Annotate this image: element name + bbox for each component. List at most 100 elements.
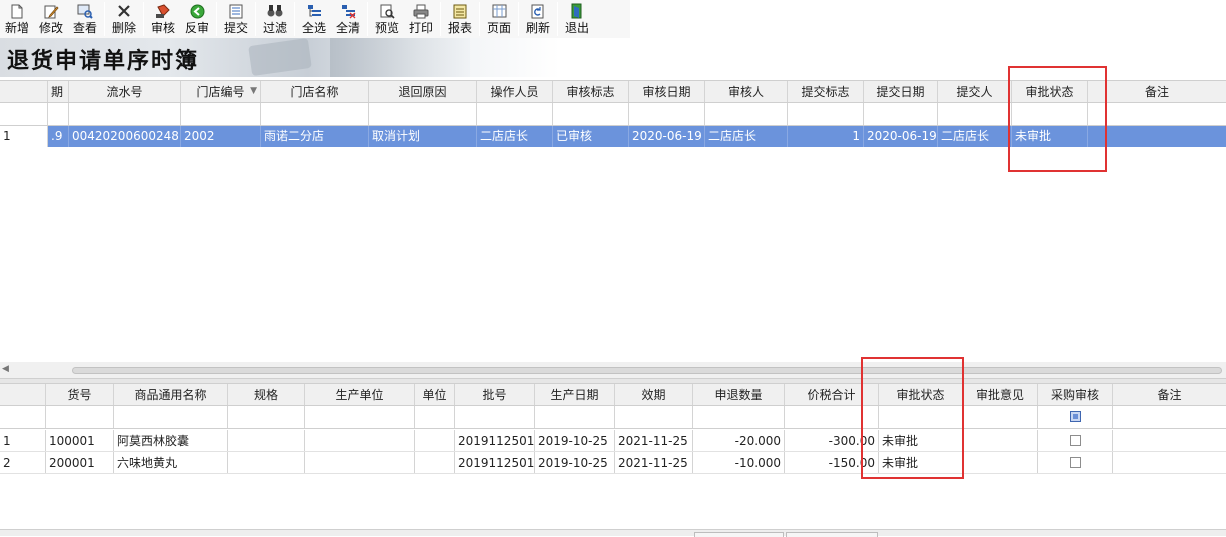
cell-purchase-check[interactable] — [1038, 452, 1113, 473]
filter-cell[interactable] — [535, 406, 615, 428]
cell-store-name[interactable]: 雨诺二分店 — [261, 126, 369, 147]
filter-cell[interactable] — [788, 103, 864, 125]
cell-qty[interactable]: -20.000 — [693, 430, 785, 451]
cell-serial[interactable]: 00420200600248 — [69, 126, 181, 147]
detail-filter-row[interactable] — [0, 406, 1226, 429]
cell-remark[interactable] — [1113, 452, 1226, 473]
purchase-check-filter-checkbox[interactable] — [1069, 411, 1081, 422]
col-header-item-name[interactable]: 商品通用名称 — [114, 384, 228, 405]
cell-amount[interactable]: -150.00 — [785, 452, 879, 473]
filter-cell[interactable] — [69, 103, 181, 125]
edit-button[interactable]: 修改 — [34, 0, 68, 38]
cell-submit-flag[interactable]: 1 — [788, 126, 864, 147]
col-header-store-code[interactable]: 门店编号 ▼ — [181, 81, 261, 102]
filter-cell[interactable] — [864, 103, 938, 125]
filter-cell[interactable] — [629, 103, 705, 125]
cell-auditor[interactable]: 二店店长 — [705, 126, 788, 147]
select-all-button[interactable]: 全选 — [297, 0, 331, 38]
col-header-purchase-check[interactable]: 采购审核 — [1038, 384, 1113, 405]
filter-cell[interactable] — [477, 103, 553, 125]
filter-cell[interactable] — [1088, 103, 1226, 125]
cell-spec[interactable] — [228, 430, 305, 451]
page-button[interactable]: 页面 — [482, 0, 516, 38]
refresh-button[interactable]: 刷新 — [521, 0, 555, 38]
clear-all-button[interactable]: 全清 — [331, 0, 365, 38]
cell-mfg-date[interactable]: 2019-10-25 — [535, 430, 615, 451]
cell-expiry[interactable]: 2021-11-25 — [615, 430, 693, 451]
new-button[interactable]: 新增 — [0, 0, 34, 38]
cell-item-name[interactable]: 阿莫西林胶囊 — [114, 430, 228, 451]
cell-maker[interactable] — [305, 430, 415, 451]
preview-button[interactable]: 预览 — [370, 0, 404, 38]
submit-button[interactable]: 提交 — [219, 0, 253, 38]
col-header-approval-status[interactable]: 审批状态 — [879, 384, 963, 405]
filter-cell[interactable] — [1038, 406, 1113, 428]
view-button[interactable]: 查看 — [68, 0, 102, 38]
cell-period[interactable]: .9 — [48, 126, 69, 147]
approve-button[interactable]: 审核 — [146, 0, 180, 38]
cell-item-name[interactable]: 六味地黄丸 — [114, 452, 228, 473]
col-header-operator[interactable]: 操作人员 — [477, 81, 553, 102]
col-header-amount[interactable]: 价税合计 — [785, 384, 879, 405]
col-header-maker[interactable]: 生产单位 — [305, 384, 415, 405]
col-header-auditor[interactable]: 审核人 — [705, 81, 788, 102]
cell-approval-status[interactable]: 未审批 — [879, 452, 963, 473]
col-header-batch[interactable]: 批号 — [455, 384, 535, 405]
col-header-mfg-date[interactable]: 生产日期 — [535, 384, 615, 405]
purchase-check-checkbox[interactable] — [1069, 435, 1081, 446]
cell-submitter[interactable]: 二店店长 — [938, 126, 1012, 147]
cell-spec[interactable] — [228, 452, 305, 473]
cell-operator[interactable]: 二店店长 — [477, 126, 553, 147]
cell-opinion[interactable] — [963, 430, 1038, 451]
col-header-qty[interactable]: 申退数量 — [693, 384, 785, 405]
filter-cell[interactable] — [46, 406, 114, 428]
cell-batch[interactable]: 2019112501 — [455, 430, 535, 451]
filter-cell[interactable] — [938, 103, 1012, 125]
filter-cell[interactable] — [48, 103, 69, 125]
unapprove-button[interactable]: 反审 — [180, 0, 214, 38]
cell-approval-status[interactable]: 未审批 — [879, 430, 963, 451]
cell-store-code[interactable]: 2002 — [181, 126, 261, 147]
report-button[interactable]: 报表 — [443, 0, 477, 38]
cell-audit-flag[interactable]: 已审核 — [553, 126, 629, 147]
filter-cell[interactable] — [415, 406, 455, 428]
col-header-opinion[interactable]: 审批意见 — [963, 384, 1038, 405]
filter-cell[interactable] — [615, 406, 693, 428]
col-header-submit-date[interactable]: 提交日期 — [864, 81, 938, 102]
cell-submit-date[interactable]: 2020-06-19 — [864, 126, 938, 147]
col-header-submit-flag[interactable]: 提交标志 — [788, 81, 864, 102]
cell-audit-date[interactable]: 2020-06-19 — [629, 126, 705, 147]
col-header-period[interactable]: 期 — [48, 81, 69, 102]
cell-item-no[interactable]: 100001 — [46, 430, 114, 451]
col-header-approval-status[interactable]: 审批状态 — [1012, 81, 1088, 102]
col-header-store-name[interactable]: 门店名称 — [261, 81, 369, 102]
table-row[interactable]: 2 200001 六味地黄丸 2019112501 2019-10-25 202… — [0, 452, 1226, 474]
filter-button[interactable]: 过滤 — [258, 0, 292, 38]
col-header-reason[interactable]: 退回原因 — [369, 81, 477, 102]
purchase-check-checkbox[interactable] — [1069, 457, 1081, 468]
cell-item-no[interactable]: 200001 — [46, 452, 114, 473]
filter-cell[interactable] — [228, 406, 305, 428]
col-header-remark[interactable]: 备注 — [1113, 384, 1226, 405]
filter-cell[interactable] — [455, 406, 535, 428]
col-header-audit-date[interactable]: 审核日期 — [629, 81, 705, 102]
scrollbar-thumb[interactable] — [72, 367, 1222, 374]
cell-approval-status[interactable]: 未审批 — [1012, 126, 1088, 147]
filter-cell[interactable] — [553, 103, 629, 125]
master-filter-row[interactable] — [0, 103, 1226, 126]
col-header-submitter[interactable]: 提交人 — [938, 81, 1012, 102]
exit-button[interactable]: 退出 — [560, 0, 594, 38]
cell-unit[interactable] — [415, 430, 455, 451]
cell-batch[interactable]: 2019112501 — [455, 452, 535, 473]
cell-opinion[interactable] — [963, 452, 1038, 473]
col-header-remark[interactable]: 备注 — [1088, 81, 1226, 102]
table-row[interactable]: 1 100001 阿莫西林胶囊 2019112501 2019-10-25 20… — [0, 430, 1226, 452]
cell-maker[interactable] — [305, 452, 415, 473]
cell-reason[interactable]: 取消计划 — [369, 126, 477, 147]
filter-cell[interactable] — [261, 103, 369, 125]
filter-cell[interactable] — [963, 406, 1038, 428]
filter-cell[interactable] — [114, 406, 228, 428]
scroll-left-icon[interactable]: ◀ — [2, 364, 9, 374]
print-button[interactable]: 打印 — [404, 0, 438, 38]
cell-mfg-date[interactable]: 2019-10-25 — [535, 452, 615, 473]
